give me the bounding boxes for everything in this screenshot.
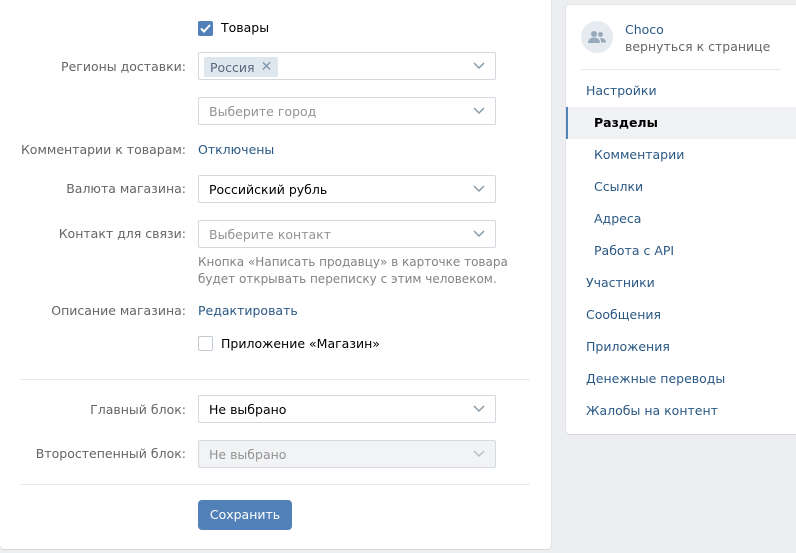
group-name-link[interactable]: Choco [625,22,664,37]
community-icon [588,31,606,43]
currency-select[interactable]: Российский рубль [198,175,496,203]
app-checkbox-label[interactable]: Приложение «Магазин» [221,336,380,351]
avatar[interactable] [581,21,613,53]
chevron-down-icon [473,230,485,238]
main-block-value: Не выбрано [209,402,287,417]
chevron-down-icon [473,62,485,70]
region-chip: Россия ✕ [204,57,279,77]
contact-placeholder: Выберите контакт [209,227,331,242]
settings-panel: Товары Регионы доставки: Россия ✕ Выбери… [0,0,551,549]
checkmark-icon [200,24,211,33]
divider [21,379,530,380]
chevron-down-icon [473,405,485,413]
save-button[interactable]: Сохранить [198,500,292,530]
main-block-select[interactable]: Не выбрано [198,395,496,423]
chevron-down-icon [473,107,485,115]
comments-label: Комментарии к товарам: [20,142,186,157]
currency-label: Валюта магазина: [66,181,186,196]
sidebar-item-links[interactable]: Ссылки [566,171,796,203]
city-placeholder: Выберите город [209,104,317,119]
comments-value-link[interactable]: Отключены [198,142,274,157]
secondary-block-label: Второстепенный блок: [35,446,186,461]
app-checkbox[interactable] [198,336,213,351]
edit-description-link[interactable]: Редактировать [198,303,298,318]
secondary-block-value: Не выбрано [209,447,287,462]
divider [581,69,781,70]
sidebar-item-settings[interactable]: Настройки [566,75,796,107]
close-icon[interactable]: ✕ [261,60,273,74]
sidebar-item-content-complaints[interactable]: Жалобы на контент [566,395,796,427]
sidebar-item-comments[interactable]: Комментарии [566,139,796,171]
sidebar-item-addresses[interactable]: Адреса [566,203,796,235]
description-label: Описание магазина: [51,303,186,318]
secondary-block-select: Не выбрано [198,440,496,468]
divider [21,484,530,485]
sidebar-item-members[interactable]: Участники [566,267,796,299]
chevron-down-icon [473,185,485,193]
contact-select[interactable]: Выберите контакт [198,220,496,248]
sidebar-item-money-transfers[interactable]: Денежные переводы [566,363,796,395]
back-to-page-link[interactable]: вернуться к странице [625,39,770,54]
goods-checkbox[interactable] [198,21,213,36]
main-block-label: Главный блок: [90,402,186,417]
currency-value: Российский рубль [209,182,328,197]
sidebar-item-sections[interactable]: Разделы [566,107,796,139]
sidebar-item-messages[interactable]: Сообщения [566,299,796,331]
chevron-down-icon [473,450,485,458]
contact-label: Контакт для связи: [58,226,186,241]
goods-checkbox-label[interactable]: Товары [221,20,269,35]
sidebar-item-apps[interactable]: Приложения [566,331,796,363]
delivery-regions-select[interactable]: Россия ✕ [198,52,496,80]
contact-hint: Кнопка «Написать продавцу» в карточке то… [198,255,508,286]
sidebar-item-api[interactable]: Работа с API [566,235,796,267]
delivery-regions-label: Регионы доставки: [61,59,186,74]
region-chip-label: Россия [210,59,255,75]
city-select[interactable]: Выберите город [198,97,496,125]
settings-sidebar: Choco вернуться к странице Настройки Раз… [566,5,796,434]
